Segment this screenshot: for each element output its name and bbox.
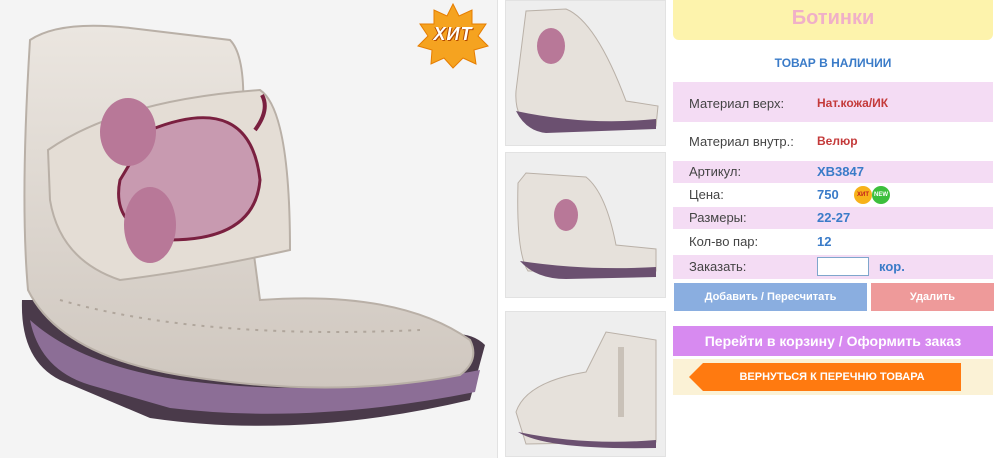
go-to-cart-button[interactable]: Перейти в корзину / Оформить заказ [673, 326, 993, 356]
spec-value: 12 [817, 234, 832, 249]
spec-row-article: Артикул: XB3847 [673, 161, 993, 183]
hit-badge-label: ХИТ [433, 24, 473, 44]
thumbnail-2[interactable] [505, 152, 666, 298]
price-value: 750 [817, 187, 839, 202]
order-row: Заказать: кор. [673, 255, 993, 279]
spec-value: Нат.кожа/ИК [817, 96, 889, 110]
spec-label: Размеры: [689, 210, 747, 225]
spec-row-sizes: Размеры: 22-27 [673, 207, 993, 229]
spec-value: XB3847 [817, 164, 864, 179]
order-unit: кор. [879, 259, 905, 274]
stock-status: ТОВАР В НАЛИЧИИ [774, 56, 892, 70]
hit-badge: ХИТ [414, 2, 492, 70]
main-product-image: ХИТ [0, 0, 498, 458]
order-quantity-input[interactable] [817, 257, 869, 276]
thumbnail-boot-front [515, 8, 659, 133]
thumbnail-3[interactable] [505, 311, 666, 457]
delete-button[interactable]: Удалить [871, 283, 994, 311]
spec-row-pairs: Кол-во пар: 12 [673, 231, 993, 253]
order-label: Заказать: [689, 259, 747, 274]
product-title: Ботинки [673, 0, 993, 40]
thumbnail-1[interactable] [505, 0, 666, 146]
thumbnail-boot-side [517, 172, 657, 279]
hit-mini-icon: ХИТ [854, 186, 872, 204]
spec-value: Велюр [817, 134, 858, 148]
spec-row-material-top: Материал верх: Нат.кожа/ИК [673, 82, 993, 122]
spec-row-material-inner: Материал внутр.: Велюр [673, 126, 993, 156]
spec-value: 22-27 [817, 210, 851, 225]
add-recalculate-button[interactable]: Добавить / Пересчитать [674, 283, 867, 311]
spec-label: Материал верх: [689, 96, 785, 111]
product-info-panel: Ботинки ТОВАР В НАЛИЧИИ Материал верх: Н… [673, 0, 1003, 458]
spec-label: Цена: [689, 187, 724, 202]
back-to-list-button[interactable]: ВЕРНУТЬСЯ К ПЕРЕЧНЮ ТОВАРА [689, 363, 961, 391]
spec-label: Кол-во пар: [689, 234, 759, 249]
new-mini-icon: NEW [872, 186, 890, 204]
spec-row-price: Цена: 750 ХИТ NEW [673, 184, 993, 206]
spec-label: Материал внутр.: [689, 134, 794, 149]
back-button-area: ВЕРНУТЬСЯ К ПЕРЕЧНЮ ТОВАРА [673, 359, 993, 395]
spec-label: Артикул: [689, 164, 742, 179]
thumbnail-boot-inner [515, 331, 657, 449]
